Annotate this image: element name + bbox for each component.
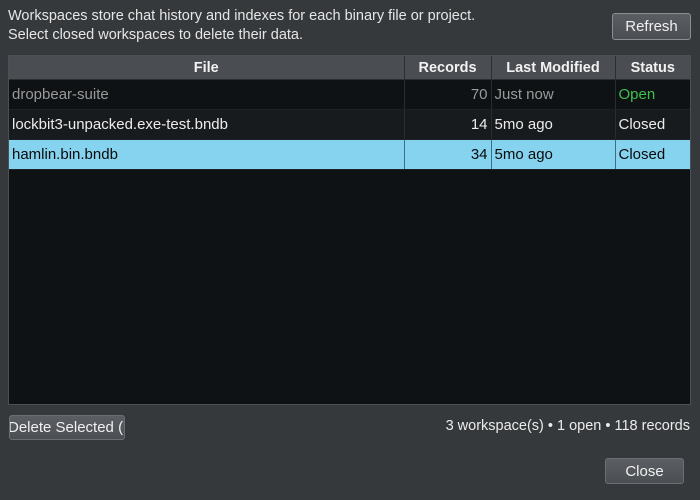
- workspaces-table: File Records Last Modified Status dropbe…: [8, 55, 691, 405]
- description-line-2: Select closed workspaces to delete their…: [8, 27, 303, 43]
- description-text: Workspaces store chat history and indexe…: [8, 7, 475, 45]
- close-button[interactable]: Close: [605, 458, 684, 484]
- column-header-file[interactable]: File: [9, 56, 405, 80]
- cell-records: 14: [404, 109, 492, 140]
- column-header-last-modified[interactable]: Last Modified: [491, 56, 616, 80]
- cell-status: Closed: [615, 109, 690, 140]
- table-row[interactable]: dropbear-suite 70 Just now Open: [9, 79, 690, 110]
- workspace-summary: 3 workspace(s) • 1 open • 118 records: [445, 418, 690, 434]
- table-row-selected[interactable]: hamlin.bin.bndb 34 5mo ago Closed: [9, 139, 690, 170]
- description-line-1: Workspaces store chat history and indexe…: [8, 8, 476, 24]
- cell-records: 34: [404, 139, 492, 170]
- cell-file: hamlin.bin.bndb: [9, 139, 405, 170]
- cell-file: dropbear-suite: [9, 79, 405, 110]
- cell-file: lockbit3-unpacked.exe-test.bndb: [9, 109, 405, 140]
- table-header-row: File Records Last Modified Status: [9, 56, 690, 80]
- cell-last-modified: 5mo ago: [491, 139, 616, 170]
- delete-selected-button[interactable]: Delete Selected (1: [9, 415, 125, 440]
- cell-last-modified: 5mo ago: [491, 109, 616, 140]
- delete-selected-label: Delete Selected (1: [9, 419, 125, 436]
- cell-last-modified: Just now: [491, 79, 616, 110]
- cell-status: Closed: [615, 139, 690, 170]
- column-header-status[interactable]: Status: [615, 56, 690, 80]
- cell-records: 70: [404, 79, 492, 110]
- cell-status: Open: [615, 79, 690, 110]
- refresh-button[interactable]: Refresh: [612, 13, 691, 40]
- table-row[interactable]: lockbit3-unpacked.exe-test.bndb 14 5mo a…: [9, 109, 690, 140]
- column-header-records[interactable]: Records: [404, 56, 492, 80]
